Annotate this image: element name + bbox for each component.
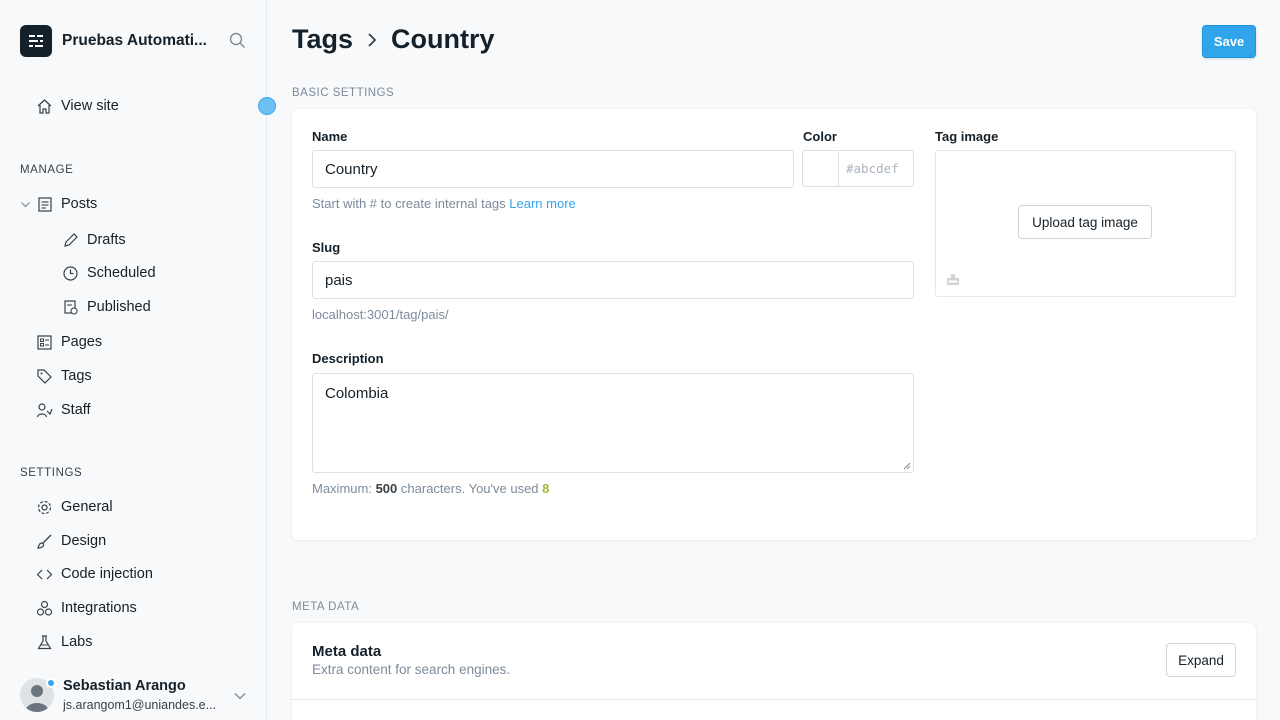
nav-posts-label: Posts — [61, 196, 98, 212]
online-status-dot — [46, 678, 56, 688]
name-label: Name — [312, 129, 348, 144]
nav-published-label: Published — [87, 299, 151, 315]
divider — [292, 699, 1256, 700]
slug-input[interactable]: pais — [312, 261, 914, 299]
code-icon — [36, 569, 53, 579]
basic-settings-label: BASIC SETTINGS — [292, 87, 395, 99]
desc-hint-mid: characters. You've used — [400, 481, 539, 496]
user-name: Sebastian Arango — [63, 678, 186, 694]
name-hint: Start with # to create internal tags Lea… — [312, 196, 576, 211]
desc-hint-prefix: Maximum: — [312, 481, 372, 496]
expand-button[interactable]: Expand — [1166, 643, 1236, 677]
chevron-down-icon[interactable] — [233, 689, 247, 703]
description-label: Description — [312, 351, 384, 366]
description-textarea[interactable]: Colombia — [312, 373, 914, 473]
nav-staff-label: Staff — [61, 402, 91, 418]
description-value: Colombia — [325, 385, 389, 402]
nav-posts[interactable]: Posts — [20, 192, 97, 216]
clock-icon — [63, 265, 78, 281]
desc-used-count: 8 — [542, 481, 550, 496]
learn-more-link[interactable]: Learn more — [509, 196, 575, 211]
ghost-logo-icon — [20, 25, 52, 57]
nav-drafts-label: Drafts — [87, 232, 126, 248]
slug-label: Slug — [312, 240, 341, 255]
settings-section-title: SETTINGS — [20, 467, 83, 479]
nav-view-site[interactable]: View site — [36, 94, 119, 118]
nav-tags-label: Tags — [61, 368, 92, 384]
labs-icon — [37, 634, 52, 649]
nav-published[interactable]: Published — [62, 295, 151, 319]
nav-general-label: General — [61, 499, 113, 515]
user-menu[interactable]: Sebastian Arango js.arangom1@uniandes.e.… — [20, 676, 260, 716]
nav-pages[interactable]: Pages — [36, 330, 102, 354]
brush-icon — [37, 534, 52, 549]
posts-icon — [38, 196, 52, 212]
integrations-icon — [36, 600, 53, 616]
desc-max: 500 — [375, 481, 398, 496]
nav-scheduled-label: Scheduled — [87, 265, 156, 281]
breadcrumb: Tags Country — [292, 24, 495, 55]
home-icon — [37, 98, 52, 114]
nav-staff[interactable]: Staff — [36, 398, 91, 422]
pages-icon — [37, 334, 52, 350]
sidebar-toggle-handle[interactable] — [258, 97, 276, 115]
user-email: js.arangom1@uniandes.e... — [63, 698, 217, 712]
name-input[interactable]: Country — [312, 150, 794, 188]
nav-integrations[interactable]: Integrations — [36, 596, 137, 620]
meta-data-subtitle: Extra content for search engines. — [312, 662, 511, 677]
site-brand[interactable]: Pruebas Automati... — [20, 25, 214, 57]
nav-pages-label: Pages — [61, 334, 103, 350]
nav-integrations-label: Integrations — [61, 600, 137, 616]
tag-icon — [37, 368, 52, 384]
pencil-icon — [64, 232, 78, 247]
manage-section-title: MANAGE — [20, 164, 74, 176]
nav-design-label: Design — [61, 533, 107, 549]
color-swatch[interactable] — [802, 150, 839, 187]
meta-data-group-label: META DATA — [292, 601, 360, 613]
resize-handle-icon[interactable] — [903, 462, 911, 470]
site-title: Pruebas Automati... — [62, 32, 207, 49]
page-title: Country — [391, 24, 495, 54]
gear-icon — [37, 500, 52, 514]
name-hint-text: Start with # to create internal tags — [312, 196, 506, 211]
nav-drafts[interactable]: Drafts — [62, 228, 126, 252]
sidebar: Pruebas Automati... View site MANAGE Pos… — [0, 0, 276, 720]
breadcrumb-tags-link[interactable]: Tags — [292, 24, 353, 55]
nav-view-site-label: View site — [61, 98, 119, 114]
search-icon[interactable] — [229, 32, 246, 54]
published-icon — [64, 299, 78, 315]
description-hint: Maximum: 500 characters. You've used 8 — [312, 481, 549, 496]
meta-data-title: Meta data — [312, 643, 382, 660]
nav-design[interactable]: Design — [36, 529, 106, 553]
slug-url: localhost:3001/tag/pais/ — [312, 307, 449, 322]
upload-tag-image-button[interactable]: Upload tag image — [1018, 205, 1152, 239]
nav-code-injection-label: Code injection — [61, 566, 153, 582]
save-button[interactable]: Save — [1202, 25, 1256, 58]
nav-scheduled[interactable]: Scheduled — [62, 261, 156, 285]
tag-image-label: Tag image — [935, 129, 999, 144]
chevron-down-icon[interactable] — [20, 199, 31, 210]
nav-tags[interactable]: Tags — [36, 364, 92, 388]
chevron-right-icon — [365, 32, 379, 48]
nav-general[interactable]: General — [36, 495, 113, 519]
color-label: Color — [803, 129, 837, 144]
nav-labs-label: Labs — [61, 634, 93, 650]
image-icon — [946, 272, 960, 291]
nav-code-injection[interactable]: Code injection — [36, 562, 153, 586]
staff-icon — [36, 402, 53, 417]
nav-labs[interactable]: Labs — [36, 630, 92, 654]
color-input[interactable]: #abcdef — [838, 150, 914, 187]
